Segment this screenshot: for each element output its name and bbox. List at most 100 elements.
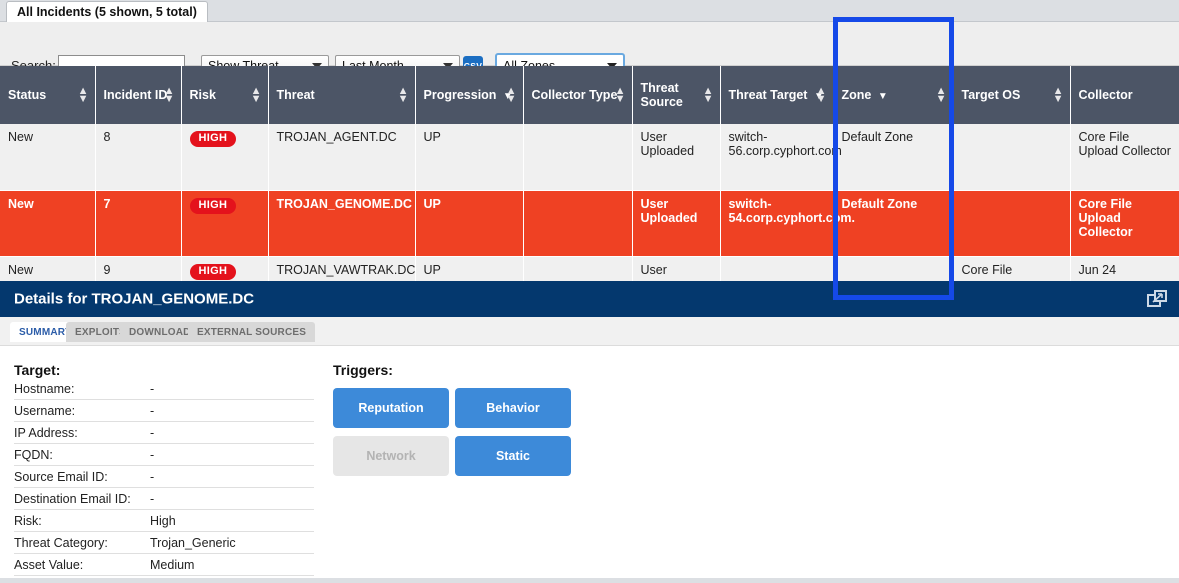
column-header-incident-id[interactable]: Incident ID ▲ ▼ xyxy=(95,66,182,124)
details-header-bar: Details for TROJAN_GENOME.DC xyxy=(0,281,1179,317)
sort-icon[interactable]: ▲ ▼ xyxy=(1053,86,1064,105)
incidents-table-container: Status ▲ ▼ Incident ID ▲ ▼ Risk ▲ ▼ Threat … xyxy=(0,66,1179,287)
column-header-incident-id-label: Incident ID xyxy=(103,88,168,102)
target-field-hostname: Hostname: - xyxy=(14,378,314,400)
column-header-target-os-label: Target OS xyxy=(961,88,1021,102)
details-title: Details for TROJAN_GENOME.DC xyxy=(14,290,255,308)
trigger-behavior-label: Behavior xyxy=(486,401,540,415)
column-header-target-os[interactable]: Target OS ▲ ▼ xyxy=(953,66,1071,124)
target-field-asset-value: Asset Value: Medium xyxy=(14,554,314,576)
triggers-section: Triggers: Reputation Behavior Network St… xyxy=(333,362,593,476)
target-field-username: Username: - xyxy=(14,400,314,422)
tab-all-incidents[interactable]: All Incidents (5 shown, 5 total) xyxy=(6,1,208,22)
target-field-threat-category: Threat Category: Trojan_Generic xyxy=(14,532,314,554)
trigger-reputation-button[interactable]: Reputation xyxy=(333,388,449,428)
target-field-source-email-id-value: - xyxy=(150,469,155,484)
incidents-table: Status ▲ ▼ Incident ID ▲ ▼ Risk ▲ ▼ Threat … xyxy=(0,66,1179,287)
target-field-destination-email-id-label: Destination Email ID: xyxy=(14,491,131,506)
sort-icon[interactable]: ▲ ▼ xyxy=(251,86,262,105)
sort-icon[interactable]: ▲ ▼ xyxy=(936,86,947,105)
cell-threat-target: switch-54.corp.cyphort.com. xyxy=(720,190,855,257)
cell-threat-target: switch-56.corp.cyphort.com xyxy=(720,124,842,191)
trigger-network-button[interactable]: Network xyxy=(333,436,449,476)
incidents-page: All Incidents (5 shown, 5 total) Search:… xyxy=(0,0,1179,583)
sort-icon[interactable]: ▲ ▼ xyxy=(398,86,409,105)
column-header-threat[interactable]: Threat ▲ ▼ xyxy=(268,66,416,124)
table-row[interactable]: New 8 HIGH TROJAN_AGENT.DC UP User Uploa… xyxy=(0,124,1179,191)
target-field-destination-email-id: Destination Email ID: - xyxy=(14,488,314,510)
top-tab-strip: All Incidents (5 shown, 5 total) xyxy=(0,0,1179,22)
cell-progression: UP xyxy=(415,190,524,257)
column-header-risk-label: Risk xyxy=(189,88,216,102)
cell-target-os xyxy=(953,124,1071,191)
trigger-static-label: Static xyxy=(495,449,531,463)
target-field-asset-value-label: Asset Value: xyxy=(14,557,84,572)
cell-risk: HIGH xyxy=(181,124,269,191)
target-section: Target: Hostname: - Username: - IP Addre… xyxy=(14,362,314,576)
trigger-static-button[interactable]: Static xyxy=(455,436,571,476)
column-header-status[interactable]: Status ▲ ▼ xyxy=(0,66,96,124)
filter-funnel-icon[interactable]: ▼ xyxy=(878,91,888,102)
cell-risk: HIGH xyxy=(181,190,269,257)
column-header-progression-label: Progression xyxy=(423,88,497,102)
target-field-fqdn: FQDN: - xyxy=(14,444,314,466)
sort-icon[interactable]: ▲ ▼ xyxy=(816,86,827,105)
column-header-risk[interactable]: Risk ▲ ▼ xyxy=(181,66,269,124)
target-field-fqdn-label: FQDN: xyxy=(14,447,53,462)
cell-collector-type xyxy=(523,124,633,191)
target-field-username-label: Username: xyxy=(14,403,76,418)
column-header-zone-label: Zone xyxy=(841,88,872,102)
table-row[interactable]: New 7 HIGH TROJAN_GENOME.DC UP User Uplo… xyxy=(0,190,1179,257)
column-header-progression[interactable]: Progression ▼ ▲ ▼ xyxy=(415,66,524,124)
sort-icon[interactable]: ▲ ▼ xyxy=(164,86,175,105)
sort-icon[interactable]: ▲ ▼ xyxy=(615,86,626,105)
trigger-network-label: Network xyxy=(366,449,416,463)
target-field-risk: Risk: High xyxy=(14,510,314,532)
table-header-row: Status ▲ ▼ Incident ID ▲ ▼ Risk ▲ ▼ Threat … xyxy=(0,66,1179,124)
details-content: Target: Hostname: - Username: - IP Addre… xyxy=(0,346,1179,583)
target-field-threat-category-label: Threat Category: xyxy=(14,535,108,550)
status-badge: HIGH xyxy=(189,263,237,280)
trigger-reputation-label: Reputation xyxy=(358,401,424,415)
tab-external-sources-label: EXTERNAL SOURCES xyxy=(197,326,307,338)
cell-zone: Default Zone xyxy=(833,124,954,191)
tab-external-sources[interactable]: EXTERNAL SOURCES xyxy=(188,322,316,342)
cell-incident-id: 8 xyxy=(95,124,182,191)
status-badge: HIGH xyxy=(189,197,237,214)
target-field-destination-email-id-value: - xyxy=(150,491,155,506)
target-field-risk-label: Risk: xyxy=(14,513,42,528)
column-header-collector-type[interactable]: Collector Type ▲ ▼ xyxy=(523,66,633,124)
tab-exploits-label: EXPLOITS xyxy=(75,326,127,338)
tab-summary-label: SUMMARY xyxy=(19,326,72,338)
popout-expand-icon[interactable] xyxy=(1147,290,1167,308)
column-header-zone[interactable]: Zone ▼ ▲ ▼ xyxy=(833,66,954,124)
trigger-behavior-button[interactable]: Behavior xyxy=(455,388,571,428)
cell-threat-source: User Uploaded xyxy=(632,124,721,191)
cell-status: New xyxy=(0,190,96,257)
target-field-source-email-id-label: Source Email ID: xyxy=(14,469,108,484)
cell-incident-id: 7 xyxy=(95,190,182,257)
sort-icon[interactable]: ▲ ▼ xyxy=(78,86,89,105)
sort-icon[interactable]: ▲ ▼ xyxy=(506,86,517,105)
target-field-username-value: - xyxy=(150,403,155,418)
column-header-threat-label: Threat xyxy=(276,88,315,102)
column-header-collector-type-label: Collector Type xyxy=(531,88,618,102)
window-bottom-edge xyxy=(0,578,1179,583)
cell-collector: Core File Upload Collector xyxy=(1070,190,1179,257)
column-header-threat-target[interactable]: Threat Target ▼ ▲ ▼ xyxy=(720,66,834,124)
column-header-threat-source[interactable]: Threat Source ▲ ▼ xyxy=(632,66,721,124)
sort-icon[interactable]: ▲ ▼ xyxy=(703,86,714,105)
cell-target-os xyxy=(953,190,1071,257)
target-heading: Target: xyxy=(14,362,61,378)
triggers-heading: Triggers: xyxy=(333,362,393,378)
cell-threat-source: User Uploaded xyxy=(632,190,721,257)
target-field-asset-value-value: Medium xyxy=(150,557,195,572)
cell-collector-type xyxy=(523,190,633,257)
target-field-hostname-label: Hostname: xyxy=(14,381,75,396)
target-field-fqdn-value: - xyxy=(150,447,155,462)
target-field-ip-address-label: IP Address: xyxy=(14,425,78,440)
column-header-status-label: Status xyxy=(8,88,47,102)
column-header-collector[interactable]: Collector xyxy=(1070,66,1179,124)
target-field-ip-address-value: - xyxy=(150,425,155,440)
target-field-source-email-id: Source Email ID: - xyxy=(14,466,314,488)
